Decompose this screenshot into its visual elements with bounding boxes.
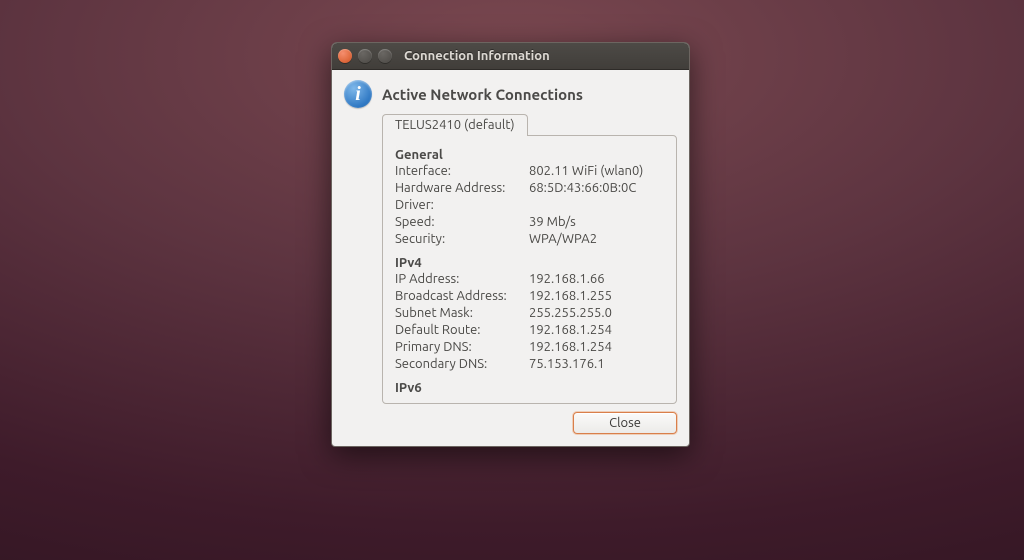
value-hwaddr: 68:5D:43:66:0B:0C: [529, 181, 664, 195]
window-minimize-icon[interactable]: [358, 49, 372, 63]
value-primary-dns: 192.168.1.254: [529, 340, 664, 354]
value-subnet: 255.255.255.0: [529, 306, 664, 320]
close-button[interactable]: Close: [573, 412, 677, 434]
label-ip: IP Address:: [395, 272, 525, 286]
label-route: Default Route:: [395, 323, 525, 337]
value-interface: 802.11 WiFi (wlan0): [529, 164, 664, 178]
desktop-background: Connection Information i Active Network …: [0, 0, 1024, 560]
connection-info-window: Connection Information i Active Network …: [331, 42, 690, 447]
label-primary-dns: Primary DNS:: [395, 340, 525, 354]
button-row: Close: [344, 412, 677, 434]
section-ipv6-title: IPv6: [395, 377, 664, 397]
value-driver: [529, 198, 664, 212]
value-route: 192.168.1.254: [529, 323, 664, 337]
label-subnet: Subnet Mask:: [395, 306, 525, 320]
dialog-heading: Active Network Connections: [382, 86, 583, 103]
value-broadcast: 192.168.1.255: [529, 289, 664, 303]
tab-connection[interactable]: TELUS2410 (default): [382, 114, 528, 136]
window-maximize-icon[interactable]: [378, 49, 392, 63]
label-hwaddr: Hardware Address:: [395, 181, 525, 195]
section-ipv4-title: IPv4: [395, 252, 664, 272]
window-close-icon[interactable]: [338, 49, 352, 63]
titlebar[interactable]: Connection Information: [332, 43, 689, 70]
value-secondary-dns: 75.153.176.1: [529, 357, 664, 371]
value-ip: 192.168.1.66: [529, 272, 664, 286]
value-security: WPA/WPA2: [529, 232, 664, 246]
label-speed: Speed:: [395, 215, 525, 229]
window-title: Connection Information: [404, 49, 550, 63]
label-security: Security:: [395, 232, 525, 246]
value-speed: 39 Mb/s: [529, 215, 664, 229]
label-secondary-dns: Secondary DNS:: [395, 357, 525, 371]
section-ipv4: IP Address: 192.168.1.66 Broadcast Addre…: [395, 272, 664, 377]
label-driver: Driver:: [395, 198, 525, 212]
section-general: Interface: 802.11 WiFi (wlan0) Hardware …: [395, 164, 664, 252]
dialog-body: i Active Network Connections TELUS2410 (…: [332, 70, 689, 446]
tab-panel: General Interface: 802.11 WiFi (wlan0) H…: [382, 135, 677, 404]
info-icon: i: [344, 80, 372, 108]
notebook: TELUS2410 (default) General Interface: 8…: [382, 114, 677, 404]
section-general-title: General: [395, 144, 664, 164]
label-interface: Interface:: [395, 164, 525, 178]
label-broadcast: Broadcast Address:: [395, 289, 525, 303]
